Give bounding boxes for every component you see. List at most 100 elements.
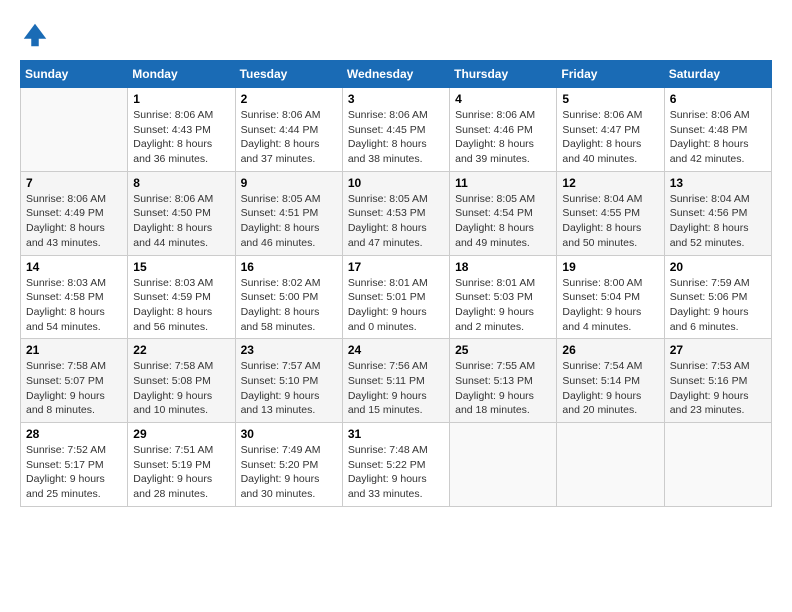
day-info: Sunrise: 8:06 AM Sunset: 4:47 PM Dayligh… [562, 108, 658, 167]
calendar-cell: 20 Sunrise: 7:59 AM Sunset: 5:06 PM Dayli… [664, 255, 771, 339]
calendar-cell: 2 Sunrise: 8:06 AM Sunset: 4:44 PM Daylig… [235, 88, 342, 172]
day-info: Sunrise: 8:06 AM Sunset: 4:49 PM Dayligh… [26, 192, 122, 251]
day-info: Sunrise: 8:06 AM Sunset: 4:45 PM Dayligh… [348, 108, 444, 167]
day-number: 18 [455, 260, 551, 274]
calendar-day-header: Wednesday [342, 61, 449, 88]
calendar-day-header: Tuesday [235, 61, 342, 88]
day-info: Sunrise: 7:51 AM Sunset: 5:19 PM Dayligh… [133, 443, 229, 502]
calendar-cell: 19Sunrise: 8:00 AM Sunset: 5:04 PM Dayli… [557, 255, 664, 339]
calendar-week-row: 7 Sunrise: 8:06 AM Sunset: 4:49 PM Daylig… [21, 171, 772, 255]
calendar-cell: 10Sunrise: 8:05 AM Sunset: 4:53 PM Dayli… [342, 171, 449, 255]
day-info: Sunrise: 7:53 AM Sunset: 5:16 PM Dayligh… [670, 359, 766, 418]
calendar-day-header: Friday [557, 61, 664, 88]
calendar-week-row: 28 Sunrise: 7:52 AM Sunset: 5:17 PM Dayli… [21, 423, 772, 507]
day-number: 13 [670, 176, 766, 190]
calendar-week-row: 14Sunrise: 8:03 AM Sunset: 4:58 PM Dayli… [21, 255, 772, 339]
day-info: Sunrise: 7:59 AM Sunset: 5:06 PM Dayligh… [670, 276, 766, 335]
calendar-cell: 1 Sunrise: 8:06 AM Sunset: 4:43 PM Daylig… [128, 88, 235, 172]
day-info: Sunrise: 8:06 AM Sunset: 4:43 PM Dayligh… [133, 108, 229, 167]
day-number: 24 [348, 343, 444, 357]
day-info: Sunrise: 8:02 AM Sunset: 5:00 PM Dayligh… [241, 276, 337, 335]
day-info: Sunrise: 7:56 AM Sunset: 5:11 PM Dayligh… [348, 359, 444, 418]
calendar-cell: 25 Sunrise: 7:55 AM Sunset: 5:13 PM Dayli… [450, 339, 557, 423]
day-number: 11 [455, 176, 551, 190]
calendar-day-header: Saturday [664, 61, 771, 88]
calendar-cell [450, 423, 557, 507]
calendar-cell: 6 Sunrise: 8:06 AM Sunset: 4:48 PM Daylig… [664, 88, 771, 172]
calendar-cell: 3Sunrise: 8:06 AM Sunset: 4:45 PM Daylig… [342, 88, 449, 172]
day-number: 28 [26, 427, 122, 441]
day-info: Sunrise: 7:58 AM Sunset: 5:07 PM Dayligh… [26, 359, 122, 418]
day-number: 26 [562, 343, 658, 357]
calendar-cell: 4 Sunrise: 8:06 AM Sunset: 4:46 PM Daylig… [450, 88, 557, 172]
calendar-cell: 5 Sunrise: 8:06 AM Sunset: 4:47 PM Daylig… [557, 88, 664, 172]
day-info: Sunrise: 7:49 AM Sunset: 5:20 PM Dayligh… [241, 443, 337, 502]
page-header [20, 20, 772, 50]
day-number: 20 [670, 260, 766, 274]
calendar-cell: 22Sunrise: 7:58 AM Sunset: 5:08 PM Dayli… [128, 339, 235, 423]
day-number: 15 [133, 260, 229, 274]
day-info: Sunrise: 8:05 AM Sunset: 4:53 PM Dayligh… [348, 192, 444, 251]
day-number: 6 [670, 92, 766, 106]
calendar-cell: 17Sunrise: 8:01 AM Sunset: 5:01 PM Dayli… [342, 255, 449, 339]
day-info: Sunrise: 8:04 AM Sunset: 4:55 PM Dayligh… [562, 192, 658, 251]
calendar-cell: 23 Sunrise: 7:57 AM Sunset: 5:10 PM Dayli… [235, 339, 342, 423]
day-number: 7 [26, 176, 122, 190]
calendar-cell: 24 Sunrise: 7:56 AM Sunset: 5:11 PM Dayli… [342, 339, 449, 423]
day-info: Sunrise: 8:05 AM Sunset: 4:54 PM Dayligh… [455, 192, 551, 251]
day-number: 12 [562, 176, 658, 190]
calendar-cell: 7 Sunrise: 8:06 AM Sunset: 4:49 PM Daylig… [21, 171, 128, 255]
day-number: 4 [455, 92, 551, 106]
day-info: Sunrise: 8:00 AM Sunset: 5:04 PM Dayligh… [562, 276, 658, 335]
calendar-week-row: 21 Sunrise: 7:58 AM Sunset: 5:07 PM Dayli… [21, 339, 772, 423]
day-number: 25 [455, 343, 551, 357]
day-info: Sunrise: 7:52 AM Sunset: 5:17 PM Dayligh… [26, 443, 122, 502]
calendar-cell: 9 Sunrise: 8:05 AM Sunset: 4:51 PM Daylig… [235, 171, 342, 255]
day-info: Sunrise: 8:01 AM Sunset: 5:03 PM Dayligh… [455, 276, 551, 335]
calendar-cell: 8Sunrise: 8:06 AM Sunset: 4:50 PM Daylig… [128, 171, 235, 255]
day-info: Sunrise: 8:06 AM Sunset: 4:48 PM Dayligh… [670, 108, 766, 167]
day-info: Sunrise: 8:04 AM Sunset: 4:56 PM Dayligh… [670, 192, 766, 251]
calendar-cell: 13 Sunrise: 8:04 AM Sunset: 4:56 PM Dayli… [664, 171, 771, 255]
logo-icon [20, 20, 50, 50]
day-number: 29 [133, 427, 229, 441]
calendar-cell: 26 Sunrise: 7:54 AM Sunset: 5:14 PM Dayli… [557, 339, 664, 423]
calendar-day-header: Sunday [21, 61, 128, 88]
day-info: Sunrise: 8:03 AM Sunset: 4:58 PM Dayligh… [26, 276, 122, 335]
calendar-cell [557, 423, 664, 507]
calendar-cell: 31Sunrise: 7:48 AM Sunset: 5:22 PM Dayli… [342, 423, 449, 507]
day-info: Sunrise: 8:03 AM Sunset: 4:59 PM Dayligh… [133, 276, 229, 335]
day-number: 1 [133, 92, 229, 106]
calendar-day-header: Monday [128, 61, 235, 88]
calendar-cell: 12 Sunrise: 8:04 AM Sunset: 4:55 PM Dayli… [557, 171, 664, 255]
day-info: Sunrise: 7:55 AM Sunset: 5:13 PM Dayligh… [455, 359, 551, 418]
day-info: Sunrise: 7:57 AM Sunset: 5:10 PM Dayligh… [241, 359, 337, 418]
day-number: 8 [133, 176, 229, 190]
calendar-cell: 16Sunrise: 8:02 AM Sunset: 5:00 PM Dayli… [235, 255, 342, 339]
calendar-cell: 11 Sunrise: 8:05 AM Sunset: 4:54 PM Dayli… [450, 171, 557, 255]
day-number: 5 [562, 92, 658, 106]
calendar-table: SundayMondayTuesdayWednesdayThursdayFrid… [20, 60, 772, 507]
day-info: Sunrise: 8:05 AM Sunset: 4:51 PM Dayligh… [241, 192, 337, 251]
calendar-cell: 29 Sunrise: 7:51 AM Sunset: 5:19 PM Dayli… [128, 423, 235, 507]
day-number: 30 [241, 427, 337, 441]
day-info: Sunrise: 8:06 AM Sunset: 4:46 PM Dayligh… [455, 108, 551, 167]
day-info: Sunrise: 7:54 AM Sunset: 5:14 PM Dayligh… [562, 359, 658, 418]
calendar-day-header: Thursday [450, 61, 557, 88]
calendar-cell: 30 Sunrise: 7:49 AM Sunset: 5:20 PM Dayli… [235, 423, 342, 507]
calendar-cell: 27 Sunrise: 7:53 AM Sunset: 5:16 PM Dayli… [664, 339, 771, 423]
day-number: 9 [241, 176, 337, 190]
day-info: Sunrise: 8:01 AM Sunset: 5:01 PM Dayligh… [348, 276, 444, 335]
day-info: Sunrise: 8:06 AM Sunset: 4:44 PM Dayligh… [241, 108, 337, 167]
day-info: Sunrise: 7:48 AM Sunset: 5:22 PM Dayligh… [348, 443, 444, 502]
calendar-header-row: SundayMondayTuesdayWednesdayThursdayFrid… [21, 61, 772, 88]
calendar-cell: 15 Sunrise: 8:03 AM Sunset: 4:59 PM Dayli… [128, 255, 235, 339]
day-number: 27 [670, 343, 766, 357]
day-number: 23 [241, 343, 337, 357]
calendar-cell [664, 423, 771, 507]
day-number: 21 [26, 343, 122, 357]
logo [20, 20, 54, 50]
day-number: 2 [241, 92, 337, 106]
calendar-cell: 28 Sunrise: 7:52 AM Sunset: 5:17 PM Dayli… [21, 423, 128, 507]
calendar-week-row: 1 Sunrise: 8:06 AM Sunset: 4:43 PM Daylig… [21, 88, 772, 172]
